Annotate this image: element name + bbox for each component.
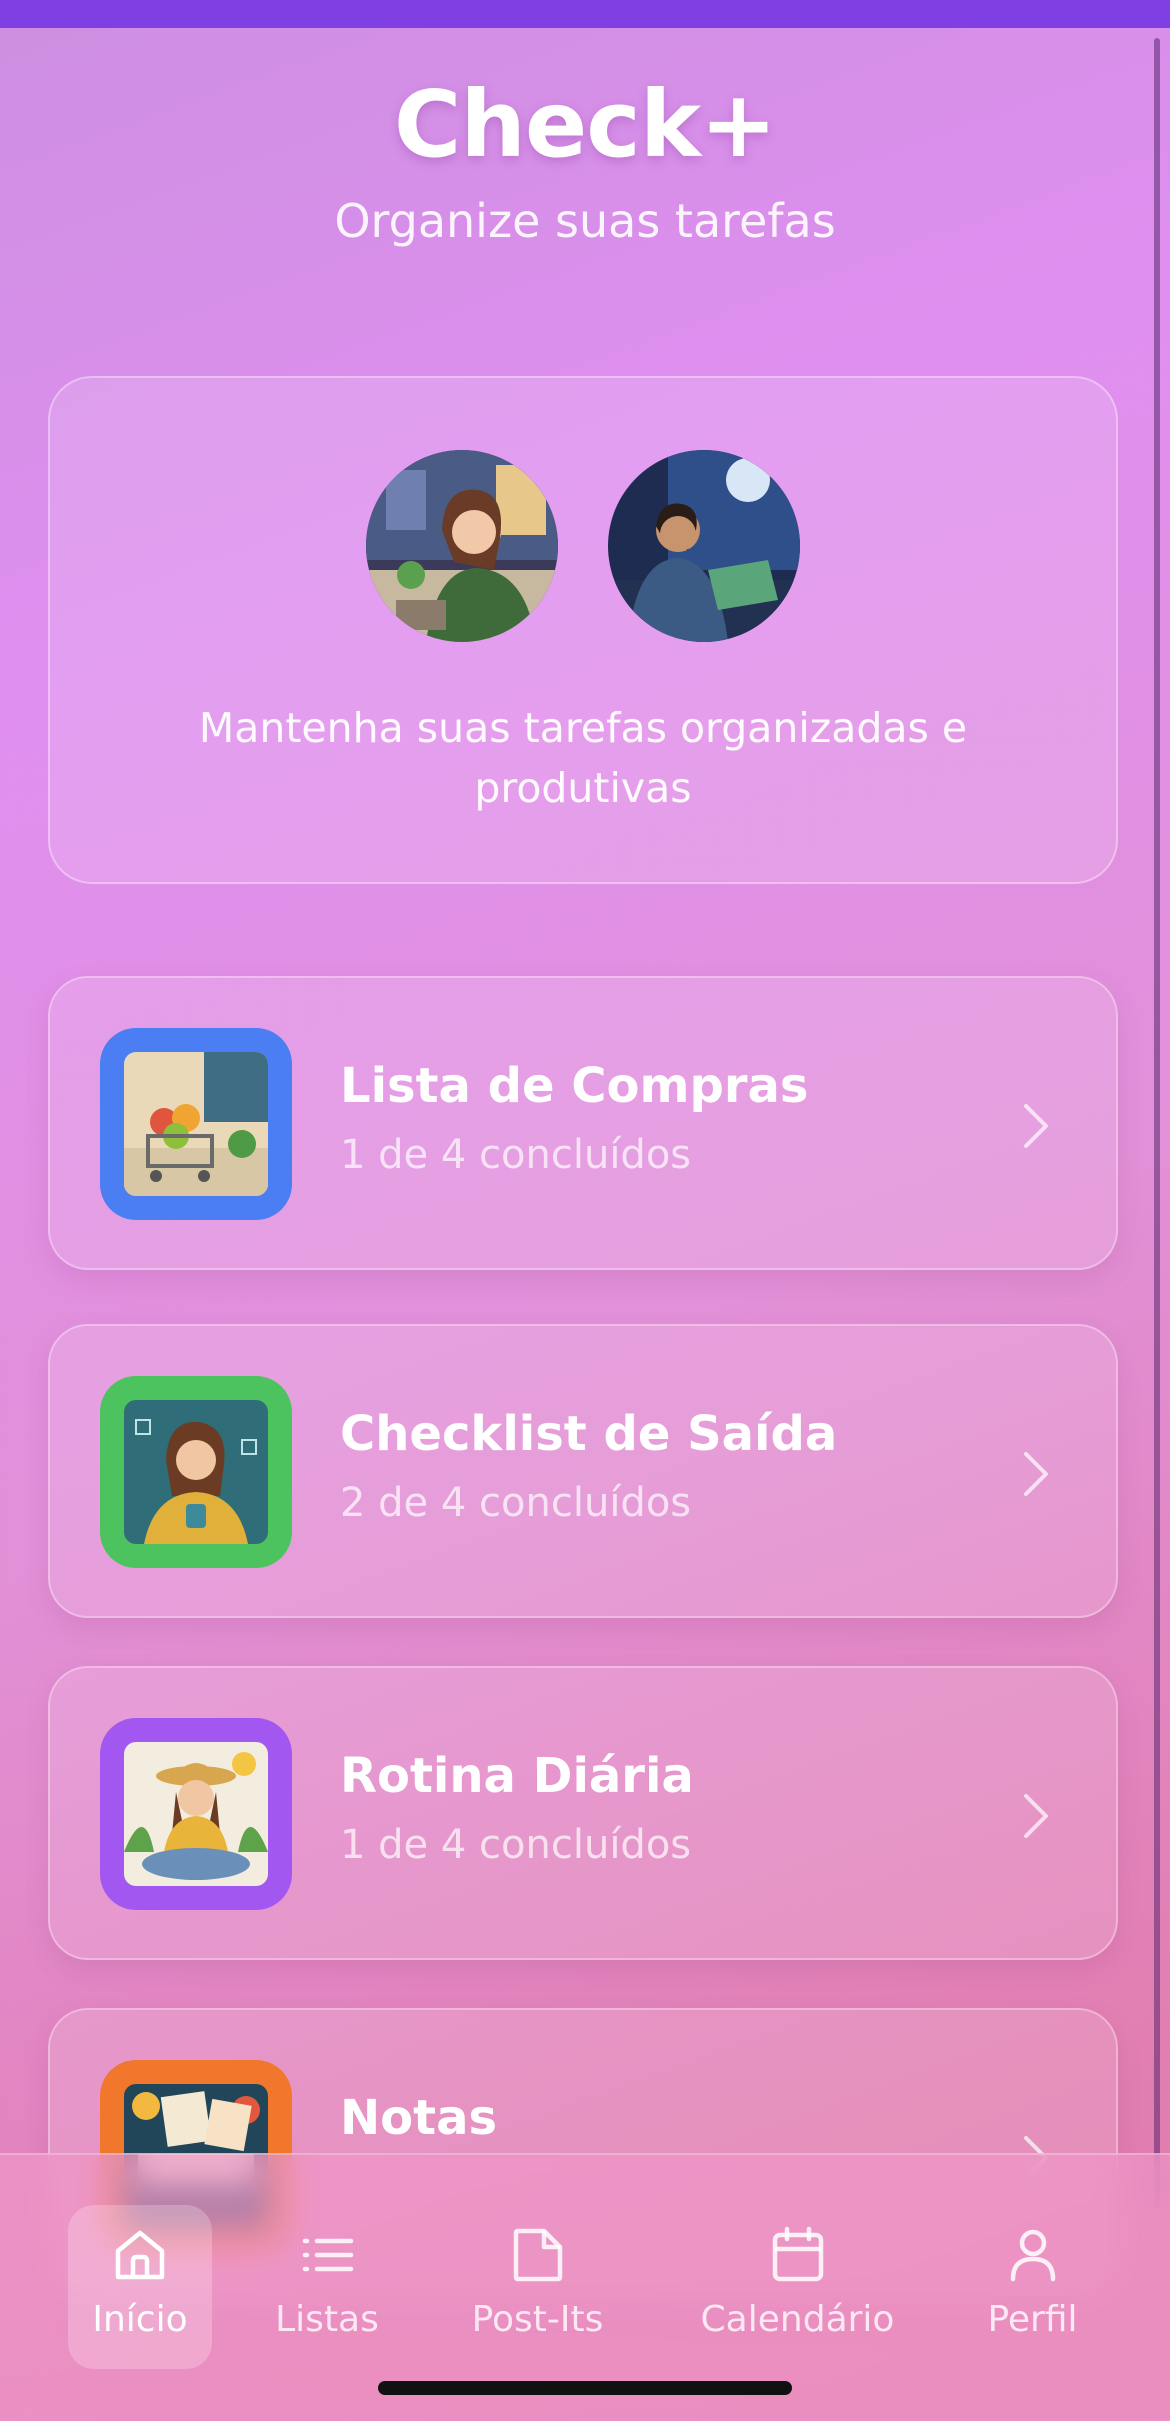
list-title: Notas [340,2090,498,2146]
nav-label: Post-Its [471,2299,604,2340]
calendar-icon [772,2226,823,2282]
nav-item-inicio[interactable]: Início [68,2205,212,2369]
list-thumbnail [100,1718,292,1910]
hero-card: Mantenha suas tarefas organizadas e prod… [48,376,1118,884]
list-progress: 2 de 4 concluídos [340,1480,692,1526]
list-card-lista-de-compras[interactable]: Lista de Compras 1 de 4 concluídos [48,976,1118,1270]
nav-item-listas[interactable]: Listas [262,2205,392,2369]
nav-label: Início [92,2299,188,2340]
avatar-man-laptop [608,450,800,642]
nav-label: Calendário [700,2299,895,2340]
shopping-cart-illustration [124,1052,268,1196]
home-indicator[interactable] [378,2381,792,2395]
status-bar [0,0,1170,28]
checklist-girl-illustration [124,1400,268,1544]
list-progress: 1 de 4 concluídos [340,1132,692,1178]
chevron-right-icon [1024,1104,1048,1148]
list-icon [302,2238,354,2272]
home-icon [115,2230,165,2280]
hero-text: Mantenha suas tarefas organizadas e prod… [198,704,968,812]
nav-label: Perfil [987,2299,1078,2340]
app-header: Check+ Organize suas tarefas [0,70,1170,248]
hero-avatars [50,450,1116,642]
app-subtitle: Organize suas tarefas [334,194,836,248]
avatar-woman-headphones [366,450,558,642]
chevron-right-icon [1024,1452,1048,1496]
app-title: Check+ [393,71,777,178]
note-icon [513,2228,562,2282]
list-card-checklist-de-saida[interactable]: Checklist de Saída 2 de 4 concluídos [48,1324,1118,1618]
list-title: Checklist de Saída [340,1406,838,1462]
list-title: Lista de Compras [340,1058,809,1114]
list-thumbnail [100,1376,292,1568]
list-thumbnail [100,1028,292,1220]
list-card-rotina-diaria[interactable]: Rotina Diária 1 de 4 concluídos [48,1666,1118,1960]
user-icon [1010,2229,1055,2282]
chevron-right-icon [1024,1794,1048,1838]
nav-label: Listas [275,2299,379,2340]
nav-item-perfil[interactable]: Perfil [980,2205,1085,2369]
nav-item-calendario[interactable]: Calendário [690,2205,905,2369]
list-title: Rotina Diária [340,1748,694,1804]
list-progress: 1 de 4 concluídos [340,1822,692,1868]
daily-routine-girl-illustration [124,1742,268,1886]
nav-item-post-its[interactable]: Post-Its [455,2205,620,2369]
scrollbar[interactable] [1154,38,1160,2208]
